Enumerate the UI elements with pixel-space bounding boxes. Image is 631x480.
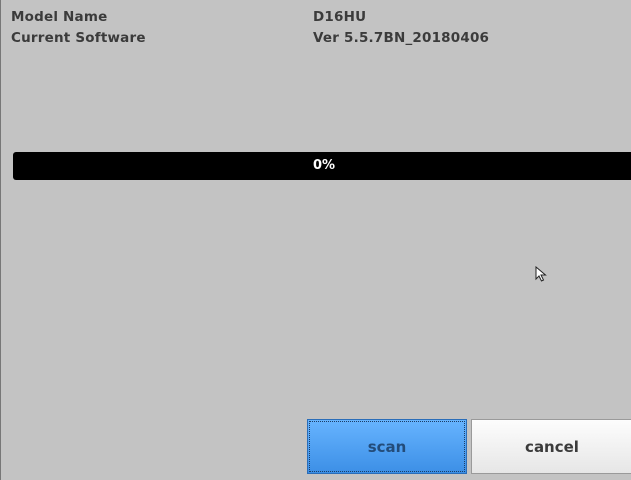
scan-button[interactable]: scan bbox=[307, 419, 467, 474]
model-name-label: Model Name bbox=[11, 9, 108, 25]
mouse-pointer-icon bbox=[535, 266, 547, 282]
model-name-value: D16HU bbox=[313, 9, 367, 25]
current-software-label: Current Software bbox=[11, 30, 146, 46]
cancel-button[interactable]: cancel bbox=[471, 419, 631, 474]
current-software-value: Ver 5.5.7BN_20180406 bbox=[313, 30, 490, 46]
progress-bar: 0% bbox=[13, 152, 631, 180]
progress-percent: 0% bbox=[313, 158, 336, 173]
update-screen: Model Name D16HU Current Software Ver 5.… bbox=[0, 0, 631, 480]
